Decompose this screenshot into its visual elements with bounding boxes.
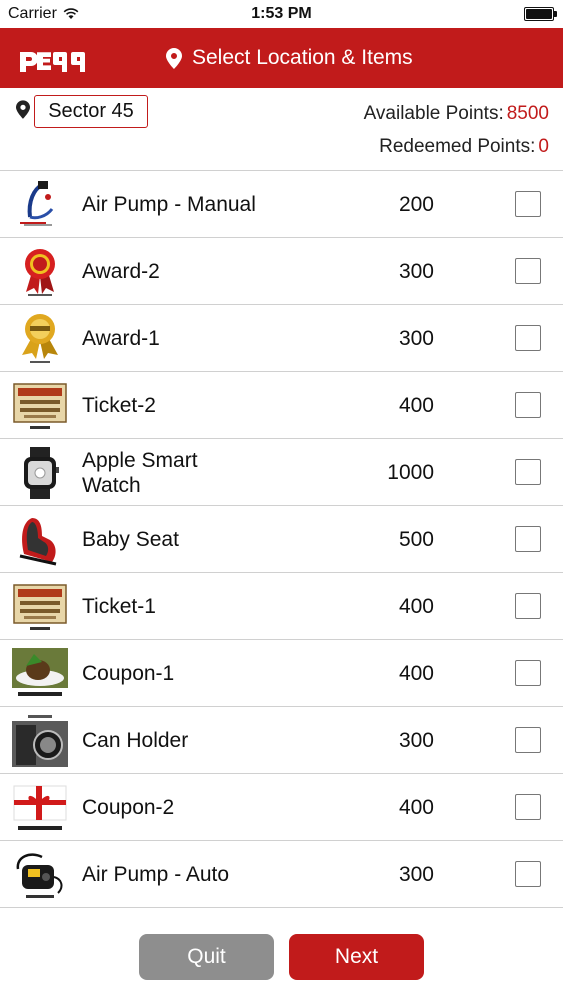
item-checkbox[interactable] <box>515 794 541 820</box>
list-item[interactable]: Air Pump - Manual 200 <box>0 171 563 238</box>
item-name: Air Pump - Auto <box>82 863 230 886</box>
item-points: 1000 <box>387 460 434 484</box>
quit-button[interactable]: Quit <box>139 934 274 980</box>
item-name: Can Holder <box>82 729 189 752</box>
item-list: Air Pump - Manual 200 Award-2 300 Award-… <box>0 171 563 908</box>
item-name: Coupon-1 <box>82 662 175 685</box>
item-name: Coupon-2 <box>82 796 175 819</box>
item-name: Air Pump - Manual <box>82 193 256 216</box>
can-holder-image <box>12 715 68 767</box>
item-checkbox[interactable] <box>515 392 541 418</box>
list-item[interactable]: Baby Seat 500 <box>0 506 563 573</box>
available-points: Available Points: 8500 <box>364 103 549 125</box>
item-points: 300 <box>398 728 434 752</box>
item-points: 300 <box>398 326 434 350</box>
location-points-row: Sector 45 Available Points: 8500 Redeemed… <box>0 88 563 171</box>
item-name: Baby Seat <box>82 528 179 551</box>
list-item[interactable]: Award-1 300 <box>0 305 563 372</box>
list-item[interactable]: Ticket-2 400 <box>0 372 563 439</box>
item-checkbox[interactable] <box>515 861 541 887</box>
header-title: Select Location & Items <box>192 46 413 69</box>
item-points: 400 <box>398 594 434 618</box>
item-points: 400 <box>398 795 434 819</box>
item-points: 200 <box>398 192 434 216</box>
next-button[interactable]: Next <box>289 934 424 980</box>
available-points-label: Available Points: <box>363 103 504 124</box>
award-ribbon-gold-image <box>22 314 58 363</box>
status-time: 1:53 PM <box>251 5 312 22</box>
location-pin-icon <box>166 47 182 69</box>
item-checkbox[interactable] <box>515 258 541 284</box>
item-checkbox[interactable] <box>515 660 541 686</box>
app-logo <box>20 52 85 72</box>
redeemed-points-value: 0 <box>538 136 549 157</box>
header-title-group: Select Location & Items <box>166 28 413 88</box>
baby-seat-image <box>19 518 57 566</box>
item-points: 300 <box>398 862 434 886</box>
available-points-value: 8500 <box>506 103 549 124</box>
list-item[interactable]: Coupon-2 400 <box>0 774 563 841</box>
air-pump-auto-image <box>16 853 63 898</box>
list-item[interactable]: Can Holder 300 <box>0 707 563 774</box>
status-bar: Carrier 1:53 PM <box>0 0 563 28</box>
item-name: Award-2 <box>82 260 160 283</box>
item-points: 400 <box>398 661 434 685</box>
sector-selector[interactable]: Sector 45 <box>34 95 148 128</box>
cinema-ticket-image <box>13 584 67 630</box>
redeemed-points-label: Redeemed Points: <box>379 136 536 157</box>
item-checkbox[interactable] <box>515 727 541 753</box>
air-pump-manual-image <box>12 179 68 231</box>
list-item[interactable]: Coupon-1 400 <box>0 640 563 707</box>
item-name: Ticket-2 <box>82 394 156 417</box>
item-name: Ticket-1 <box>82 595 156 618</box>
redeemed-points: Redeemed Points: 0 <box>379 136 549 158</box>
list-item[interactable]: Award-2 300 <box>0 238 563 305</box>
item-checkbox[interactable] <box>515 325 541 351</box>
cinema-ticket-image <box>13 383 67 429</box>
list-item[interactable]: Air Pump - Auto 300 <box>0 841 563 908</box>
footer-actions: Quit Next <box>0 918 563 1000</box>
item-points: 300 <box>398 259 434 283</box>
list-item[interactable]: Ticket-1 400 <box>0 573 563 640</box>
item-name: Award-1 <box>82 327 160 350</box>
item-checkbox[interactable] <box>515 459 541 485</box>
item-checkbox[interactable] <box>515 191 541 217</box>
list-item[interactable]: Apple Smart Watch 1000 <box>0 439 563 506</box>
award-ribbon-red-image <box>25 249 55 296</box>
location-pin-icon <box>16 100 30 119</box>
item-points: 400 <box>398 393 434 417</box>
item-name: Apple Smart Watch <box>82 448 198 497</box>
item-checkbox[interactable] <box>515 593 541 619</box>
battery-icon <box>524 7 557 21</box>
smart-watch-image <box>24 447 59 499</box>
dinner-coupon-image <box>12 648 68 696</box>
app-header: Select Location & Items <box>0 28 563 88</box>
item-points: 500 <box>398 527 434 551</box>
item-checkbox[interactable] <box>515 526 541 552</box>
gift-coupon-image <box>13 785 67 830</box>
